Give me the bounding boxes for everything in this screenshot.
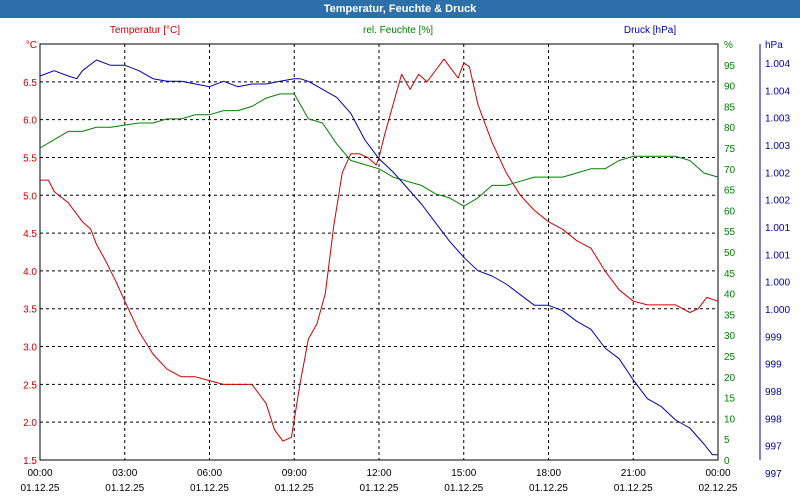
humidity-axis-title: rel. Feuchte [%] xyxy=(363,25,433,36)
x-tick-label-date: 01.12.25 xyxy=(614,483,653,494)
temperature-tick-label: 6.5 xyxy=(23,78,37,89)
temperature-tick-label: 4.5 xyxy=(23,229,37,240)
pressure-tick-label: 1.001 xyxy=(765,250,790,261)
x-tick-label-time: 15:00 xyxy=(451,468,476,479)
pressure-unit-label: hPa xyxy=(765,40,783,51)
x-tick-label-date: 01.12.25 xyxy=(275,483,314,494)
humidity-tick-label: 45 xyxy=(724,269,736,280)
pressure-tick-label: 997 xyxy=(765,442,782,453)
humidity-tick-label: 80 xyxy=(724,123,736,134)
humidity-tick-label: 60 xyxy=(724,206,736,217)
humidity-tick-label: 0 xyxy=(724,456,730,467)
x-tick-label-time: 12:00 xyxy=(366,468,391,479)
humidity-tick-label: 55 xyxy=(724,227,736,238)
temperature-tick-label: 3.5 xyxy=(23,305,37,316)
humidity-tick-label: 30 xyxy=(724,331,736,342)
humidity-tick-label: 25 xyxy=(724,352,736,363)
chart-title: Temperatur, Feuchte & Druck xyxy=(0,0,800,18)
x-tick-label-time: 09:00 xyxy=(282,468,307,479)
humidity-tick-label: 95 xyxy=(724,61,736,72)
pressure-tick-label: 997 xyxy=(765,469,782,480)
humidity-tick-label: 70 xyxy=(724,165,736,176)
pressure-tick-label: 1.003 xyxy=(765,141,790,152)
pressure-tick-label: 1.000 xyxy=(765,278,790,289)
pressure-tick-label: 1.002 xyxy=(765,196,790,207)
x-tick-label-time: 00:00 xyxy=(705,468,730,479)
x-tick-label-date: 01.12.25 xyxy=(21,483,60,494)
humidity-tick-label: 40 xyxy=(724,290,736,301)
temperature-axis-title: Temperatur [°C] xyxy=(110,25,180,36)
humidity-tick-label: 35 xyxy=(724,310,736,321)
humidity-tick-label: 50 xyxy=(724,248,736,259)
pressure-tick-label: 999 xyxy=(765,360,782,371)
humidity-tick-label: 65 xyxy=(724,186,736,197)
humidity-tick-label: 90 xyxy=(724,82,736,93)
pressure-tick-label: 1.003 xyxy=(765,114,790,125)
grid-lines xyxy=(40,44,718,460)
pressure-tick-label: 1.002 xyxy=(765,168,790,179)
x-tick-label-time: 21:00 xyxy=(621,468,646,479)
x-tick-label-date: 01.12.25 xyxy=(360,483,399,494)
humidity-tick-label: 20 xyxy=(724,373,736,384)
pressure-tick-label: 1.004 xyxy=(765,59,790,70)
temperature-tick-label: 5.0 xyxy=(23,191,37,202)
temperature-tick-label: 3.0 xyxy=(23,343,37,354)
axis-labels: 00:00 01.12.25 03:00 01.12.25 06:00 01.12.25 0… xyxy=(21,25,791,494)
x-tick-label-date: 01.12.25 xyxy=(529,483,568,494)
humidity-tick-label: 75 xyxy=(724,144,736,155)
x-tick-label-time: 06:00 xyxy=(197,468,222,479)
temperature-tick-label: 6.0 xyxy=(23,116,37,127)
humidity-tick-label: 5 xyxy=(724,435,730,446)
temperature-tick-label: 2.0 xyxy=(23,418,37,429)
pressure-tick-label: 998 xyxy=(765,387,782,398)
humidity-unit-label: % xyxy=(724,40,733,51)
temperature-tick-label: 1.5 xyxy=(23,456,37,467)
humidity-tick-label: 15 xyxy=(724,394,736,405)
pressure-tick-label: 1.000 xyxy=(765,305,790,316)
x-tick-label-date: 02.12.25 xyxy=(699,483,738,494)
pressure-tick-label: 999 xyxy=(765,332,782,343)
humidity-tick-label: 10 xyxy=(724,414,736,425)
humidity-tick-label: 85 xyxy=(724,102,736,113)
x-tick-label-date: 01.12.25 xyxy=(190,483,229,494)
pressure-axis-title: Druck [hPa] xyxy=(624,25,676,36)
x-tick-label-time: 00:00 xyxy=(27,468,52,479)
pressure-tick-label: 1.004 xyxy=(765,86,790,97)
temperature-tick-label: 4.0 xyxy=(23,267,37,278)
temperature-tick-label: 5.5 xyxy=(23,153,37,164)
chart-canvas: 00:00 01.12.25 03:00 01.12.25 06:00 01.12.25 0… xyxy=(21,25,791,494)
temperature-unit-label: °C xyxy=(26,40,37,51)
pressure-tick-label: 1.001 xyxy=(765,223,790,234)
x-tick-label-time: 18:00 xyxy=(536,468,561,479)
x-tick-label-date: 01.12.25 xyxy=(105,483,144,494)
pressure-tick-label: 998 xyxy=(765,414,782,425)
temperature-tick-label: 2.5 xyxy=(23,380,37,391)
x-tick-label-date: 01.12.25 xyxy=(444,483,483,494)
x-tick-label-time: 03:00 xyxy=(112,468,137,479)
